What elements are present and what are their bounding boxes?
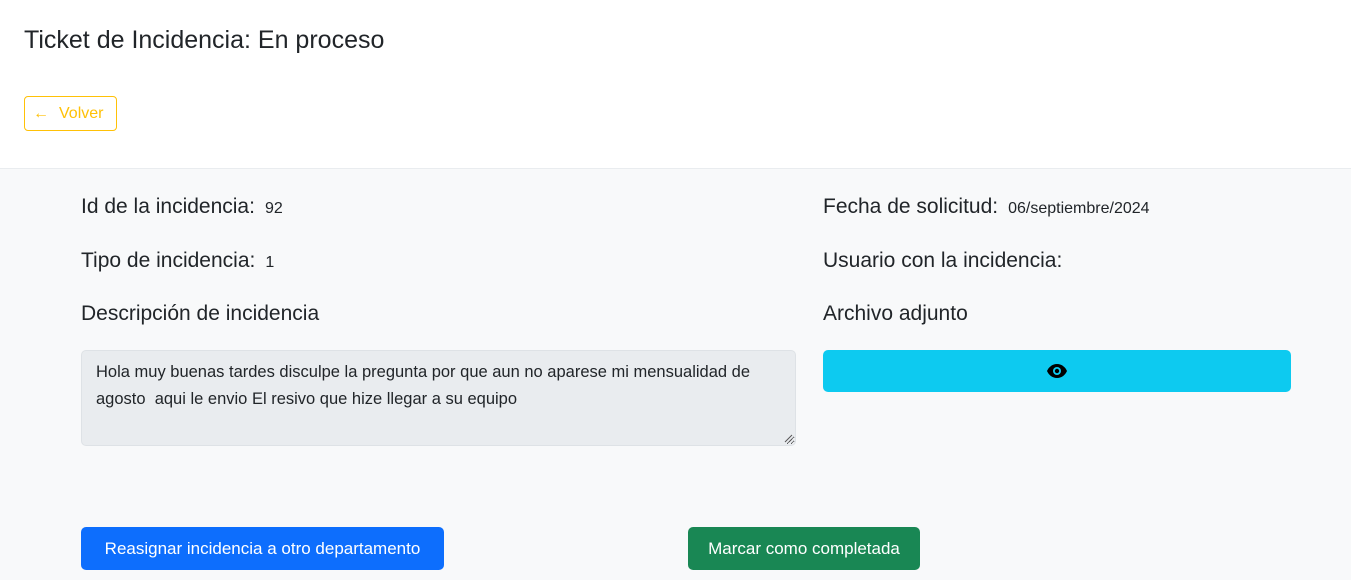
- incident-user-label: Usuario con la incidencia:: [823, 249, 1063, 272]
- incident-id-value: 92: [264, 200, 283, 217]
- reassign-department-button[interactable]: Reasignar incidencia a otro departamento: [81, 527, 444, 570]
- mark-completed-button[interactable]: Marcar como completada: [688, 527, 920, 570]
- description-label: Descripción de incidencia: [81, 302, 320, 325]
- request-date-value: 06/septiembre/2024: [1008, 200, 1150, 217]
- incident-type-label: Tipo de incidencia:: [81, 249, 256, 272]
- request-date-label: Fecha de solicitud:: [823, 195, 999, 218]
- page-header: Ticket de Incidencia: En proceso ← Volve…: [0, 0, 1351, 169]
- description-textarea[interactable]: Hola muy buenas tardes disculpe la pregu…: [81, 350, 796, 446]
- incident-type-field: Tipo de incidencia: 1: [81, 249, 274, 273]
- attachment-label: Archivo adjunto: [823, 302, 968, 325]
- back-button[interactable]: ← Volver: [24, 96, 118, 131]
- eye-icon: [1047, 364, 1067, 378]
- ticket-details: Id de la incidencia: 92 Tipo de incidenc…: [0, 169, 1351, 580]
- resize-grip-icon[interactable]: [783, 433, 793, 443]
- incident-id-field: Id de la incidencia: 92: [81, 195, 283, 219]
- incident-type-value: 1: [265, 254, 275, 271]
- request-date-field: Fecha de solicitud: 06/septiembre/2024: [823, 195, 1150, 219]
- arrow-left-icon: ←: [33, 104, 49, 122]
- incident-user-field: Usuario con la incidencia:: [823, 249, 1072, 273]
- incident-id-label: Id de la incidencia:: [81, 195, 255, 218]
- back-button-label: Volver: [59, 104, 104, 122]
- page-title: Ticket de Incidencia: En proceso: [24, 26, 385, 54]
- view-attachment-button[interactable]: [823, 350, 1291, 392]
